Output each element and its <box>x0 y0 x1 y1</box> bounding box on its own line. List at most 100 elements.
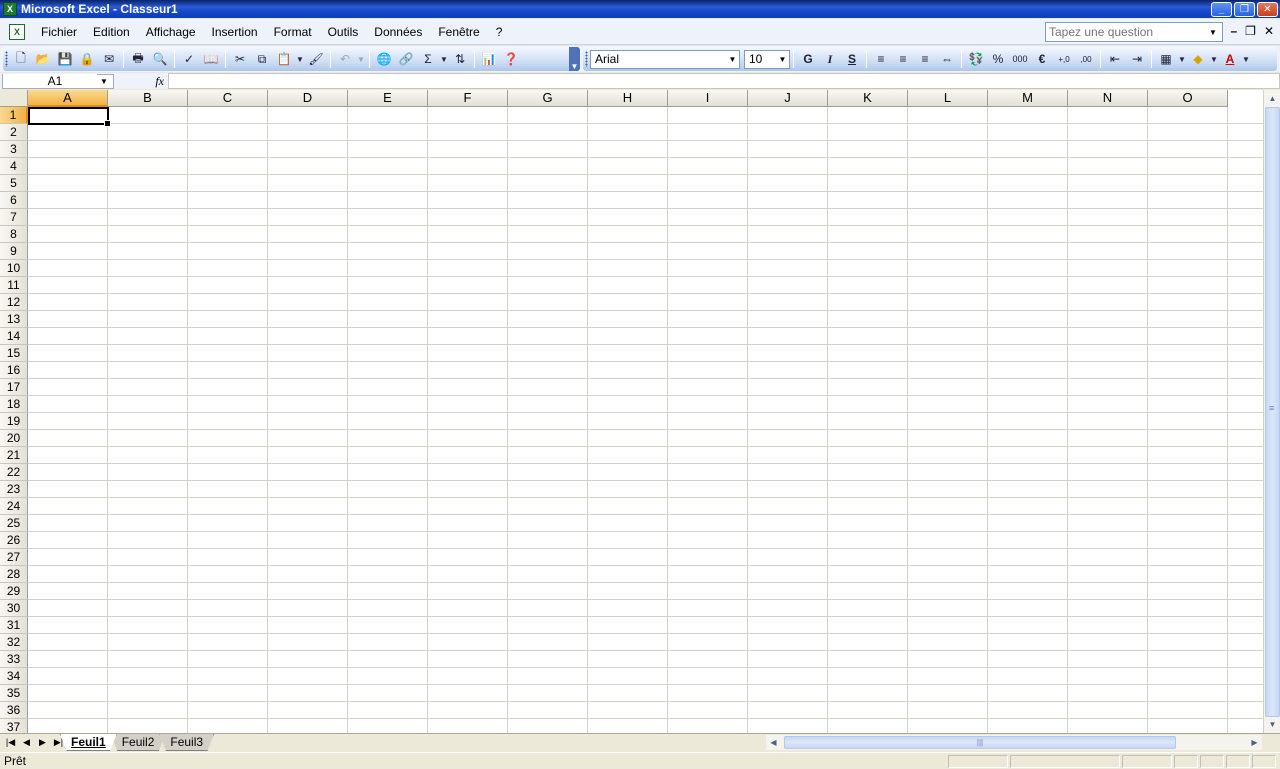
next-sheet-icon[interactable]: ▶ <box>36 737 49 748</box>
name-box-input[interactable] <box>3 74 97 88</box>
close-button[interactable]: ✕ <box>1257 1 1278 17</box>
insert-function-icon[interactable]: fx <box>114 74 168 89</box>
fill-color-dropdown-icon[interactable]: ▼ <box>1209 48 1219 70</box>
row-header[interactable]: 11 <box>0 277 28 294</box>
row-header[interactable]: 31 <box>0 617 28 634</box>
row-header[interactable]: 37 <box>0 719 28 733</box>
scroll-left-icon[interactable]: ◀ <box>766 735 781 750</box>
column-header[interactable]: H <box>588 90 668 107</box>
row-header[interactable]: 5 <box>0 175 28 192</box>
currency-style-icon[interactable]: 💱 <box>965 48 987 70</box>
row-header[interactable]: 16 <box>0 362 28 379</box>
row-header[interactable]: 28 <box>0 566 28 583</box>
percent-style-icon[interactable]: % <box>987 48 1009 70</box>
row-header[interactable]: 2 <box>0 124 28 141</box>
toolbar-grip[interactable] <box>585 51 588 67</box>
permission-icon[interactable]: 🔒 <box>76 48 98 70</box>
column-header[interactable]: B <box>108 90 188 107</box>
menu-edition[interactable]: Edition <box>85 22 138 42</box>
undo-dropdown-icon[interactable]: ▼ <box>356 48 366 70</box>
row-header[interactable]: 22 <box>0 464 28 481</box>
decrease-decimal-icon[interactable]: ,00 <box>1075 48 1097 70</box>
menu-outils[interactable]: Outils <box>320 22 367 42</box>
row-header[interactable]: 27 <box>0 549 28 566</box>
row-header[interactable]: 30 <box>0 600 28 617</box>
formula-input[interactable] <box>169 74 1279 88</box>
row-header[interactable]: 12 <box>0 294 28 311</box>
menu-insertion[interactable]: Insertion <box>204 22 266 42</box>
font-name-combo[interactable]: Arial ▼ <box>590 49 740 69</box>
font-color-dropdown-icon[interactable]: ▼ <box>1241 48 1251 70</box>
column-header[interactable]: K <box>828 90 908 107</box>
link-icon[interactable]: 🔗 <box>395 48 417 70</box>
sheet-tab-feuil2[interactable]: Feuil2 <box>110 734 166 751</box>
first-sheet-icon[interactable]: |◀ <box>4 737 17 748</box>
row-header[interactable]: 17 <box>0 379 28 396</box>
decrease-indent-icon[interactable]: ⇤ <box>1104 48 1126 70</box>
chevron-down-icon[interactable]: ▼ <box>1206 28 1220 37</box>
borders-dropdown-icon[interactable]: ▼ <box>1177 48 1187 70</box>
row-header[interactable]: 7 <box>0 209 28 226</box>
fill-color-icon[interactable]: ◆ <box>1187 48 1209 70</box>
chevron-down-icon[interactable]: ▼ <box>726 55 739 64</box>
vertical-scrollbar[interactable]: ▲ ▼ <box>1263 90 1280 733</box>
print-icon[interactable]: 🖶 <box>127 48 149 70</box>
minimize-button[interactable]: _ <box>1211 1 1232 17</box>
scroll-right-icon[interactable]: ▶ <box>1247 735 1262 750</box>
row-header[interactable]: 26 <box>0 532 28 549</box>
print-preview-icon[interactable]: 🔍 <box>149 48 171 70</box>
undo-icon[interactable]: ↶ <box>334 48 356 70</box>
align-left-icon[interactable]: ≡ <box>870 48 892 70</box>
font-color-icon[interactable]: A <box>1219 48 1241 70</box>
horizontal-scroll-thumb[interactable]: ||| <box>784 736 1176 749</box>
row-header[interactable]: 3 <box>0 141 28 158</box>
toolbar-options-icon[interactable]: ▼ <box>569 47 580 71</box>
sort-ascending-icon[interactable]: ⇅ <box>449 48 471 70</box>
font-size-combo[interactable]: 10 ▼ <box>744 49 790 69</box>
chevron-down-icon[interactable]: ▼ <box>97 77 111 86</box>
column-header[interactable]: F <box>428 90 508 107</box>
paste-dropdown-icon[interactable]: ▼ <box>295 48 305 70</box>
row-header[interactable]: 25 <box>0 515 28 532</box>
row-header[interactable]: 32 <box>0 634 28 651</box>
euro-icon[interactable]: € <box>1031 48 1053 70</box>
row-header[interactable]: 18 <box>0 396 28 413</box>
email-icon[interactable]: ✉ <box>98 48 120 70</box>
comma-style-icon[interactable]: 000 <box>1009 48 1031 70</box>
row-header[interactable]: 9 <box>0 243 28 260</box>
help-icon[interactable]: ❓ <box>500 48 522 70</box>
open-folder-icon[interactable]: 📂 <box>32 48 54 70</box>
column-header[interactable]: I <box>668 90 748 107</box>
column-header[interactable]: E <box>348 90 428 107</box>
doc-restore-button[interactable]: ❐ <box>1245 24 1256 38</box>
increase-indent-icon[interactable]: ⇥ <box>1126 48 1148 70</box>
row-header[interactable]: 35 <box>0 685 28 702</box>
row-header[interactable]: 13 <box>0 311 28 328</box>
row-header[interactable]: 15 <box>0 345 28 362</box>
italic-button[interactable]: I <box>819 48 841 70</box>
row-header[interactable]: 23 <box>0 481 28 498</box>
menu-donnees[interactable]: Données <box>366 22 430 42</box>
chart-wizard-icon[interactable]: 📊 <box>478 48 500 70</box>
merge-center-icon[interactable]: ⇔ <box>936 48 958 70</box>
research-icon[interactable]: 📖 <box>200 48 222 70</box>
row-header[interactable]: 20 <box>0 430 28 447</box>
column-header[interactable]: A <box>28 90 108 107</box>
menu-fenetre[interactable]: Fenêtre <box>430 22 487 42</box>
column-header[interactable]: N <box>1068 90 1148 107</box>
menu-help[interactable]: ? <box>488 22 511 42</box>
column-header[interactable]: J <box>748 90 828 107</box>
increase-decimal-icon[interactable]: +,0 <box>1053 48 1075 70</box>
row-header[interactable]: 14 <box>0 328 28 345</box>
row-header[interactable]: 8 <box>0 226 28 243</box>
autosum-icon[interactable]: Σ <box>417 48 439 70</box>
new-document-icon[interactable]: 🗋 <box>10 48 32 70</box>
excel-app-icon[interactable]: X <box>3 2 17 16</box>
maximize-button[interactable]: ❐ <box>1234 1 1255 17</box>
sheet-tab-feuil1[interactable]: Feuil1 <box>60 734 117 751</box>
active-cell[interactable] <box>28 107 111 127</box>
column-header[interactable]: D <box>268 90 348 107</box>
row-header[interactable]: 29 <box>0 583 28 600</box>
vertical-scroll-thumb[interactable] <box>1265 107 1280 717</box>
prev-sheet-icon[interactable]: ◀ <box>20 737 33 748</box>
